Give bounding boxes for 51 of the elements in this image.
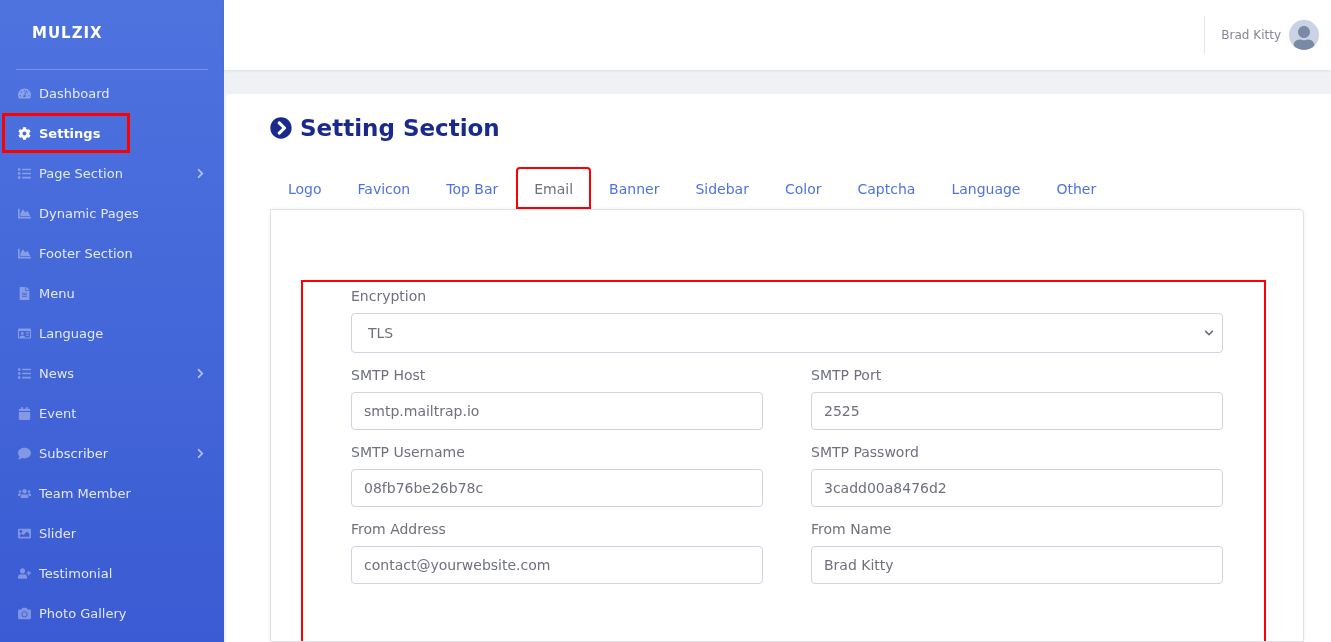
chart-icon xyxy=(18,246,31,260)
input-field[interactable]: 2525 xyxy=(811,392,1223,430)
users-icon xyxy=(18,486,31,500)
field-label: From Name xyxy=(811,521,893,537)
gauge-icon xyxy=(18,86,31,100)
tab[interactable]: Email xyxy=(516,167,592,209)
sidebar-item[interactable]: Photo Gallery xyxy=(2,593,222,633)
chart-icon xyxy=(18,206,31,220)
user-plus-icon xyxy=(18,566,31,580)
chevron-icon xyxy=(195,367,206,379)
sidebar-item[interactable]: Subscriber xyxy=(2,433,222,473)
input-field[interactable]: contact@yourwebsite.com xyxy=(351,546,763,584)
sidebar-item[interactable]: Page Section xyxy=(2,153,222,193)
sidebar-item[interactable]: Testimonial xyxy=(2,553,222,593)
select-field[interactable]: TLS xyxy=(351,313,1223,353)
chat-icon xyxy=(18,446,31,460)
chevron-icon xyxy=(195,447,206,459)
input-field[interactable]: 3cadd00a8476d2 xyxy=(811,469,1223,507)
sidebar-item[interactable]: Footer Section xyxy=(2,233,222,273)
page-title: Setting Section xyxy=(270,114,1304,142)
avatar[interactable] xyxy=(1289,20,1319,50)
sidebar-item[interactable]: Event xyxy=(2,393,222,433)
field-label: SMTP Host xyxy=(351,367,427,383)
input-field[interactable]: 08fb76be26b78c xyxy=(351,469,763,507)
sidebar-item[interactable]: Settings xyxy=(2,113,130,153)
user-name: Brad Kitty xyxy=(1221,28,1281,42)
sidebar-item[interactable]: Language xyxy=(2,313,222,353)
list-icon xyxy=(18,166,31,180)
input-field[interactable]: smtp.mailtrap.io xyxy=(351,392,763,430)
field-label: SMTP Username xyxy=(351,444,466,460)
file-icon xyxy=(18,286,31,300)
card-icon xyxy=(18,326,31,340)
list-icon xyxy=(18,366,31,380)
caret-icon xyxy=(1204,328,1214,338)
camera-icon xyxy=(18,606,31,620)
calendar-icon xyxy=(18,406,31,420)
sidebar-item[interactable]: Dashboard xyxy=(2,73,222,113)
sidebar-item[interactable]: Dynamic Pages xyxy=(2,193,222,233)
sidebar-item[interactable]: Slider xyxy=(2,513,222,553)
field-label: SMTP Port xyxy=(811,367,883,383)
sidebar-item[interactable]: Team Member xyxy=(2,473,222,513)
field-label: Encryption xyxy=(351,288,428,304)
brand-logo: MULZIX xyxy=(31,23,104,44)
image-icon xyxy=(18,526,31,540)
input-field[interactable]: Brad Kitty xyxy=(811,546,1223,584)
field-label: From Address xyxy=(351,521,447,537)
gear-icon xyxy=(18,126,31,140)
sidebar-item[interactable]: Menu xyxy=(2,273,222,313)
field-label: SMTP Password xyxy=(811,444,920,460)
sidebar-item[interactable]: News xyxy=(2,353,222,393)
chevron-icon xyxy=(195,167,206,179)
